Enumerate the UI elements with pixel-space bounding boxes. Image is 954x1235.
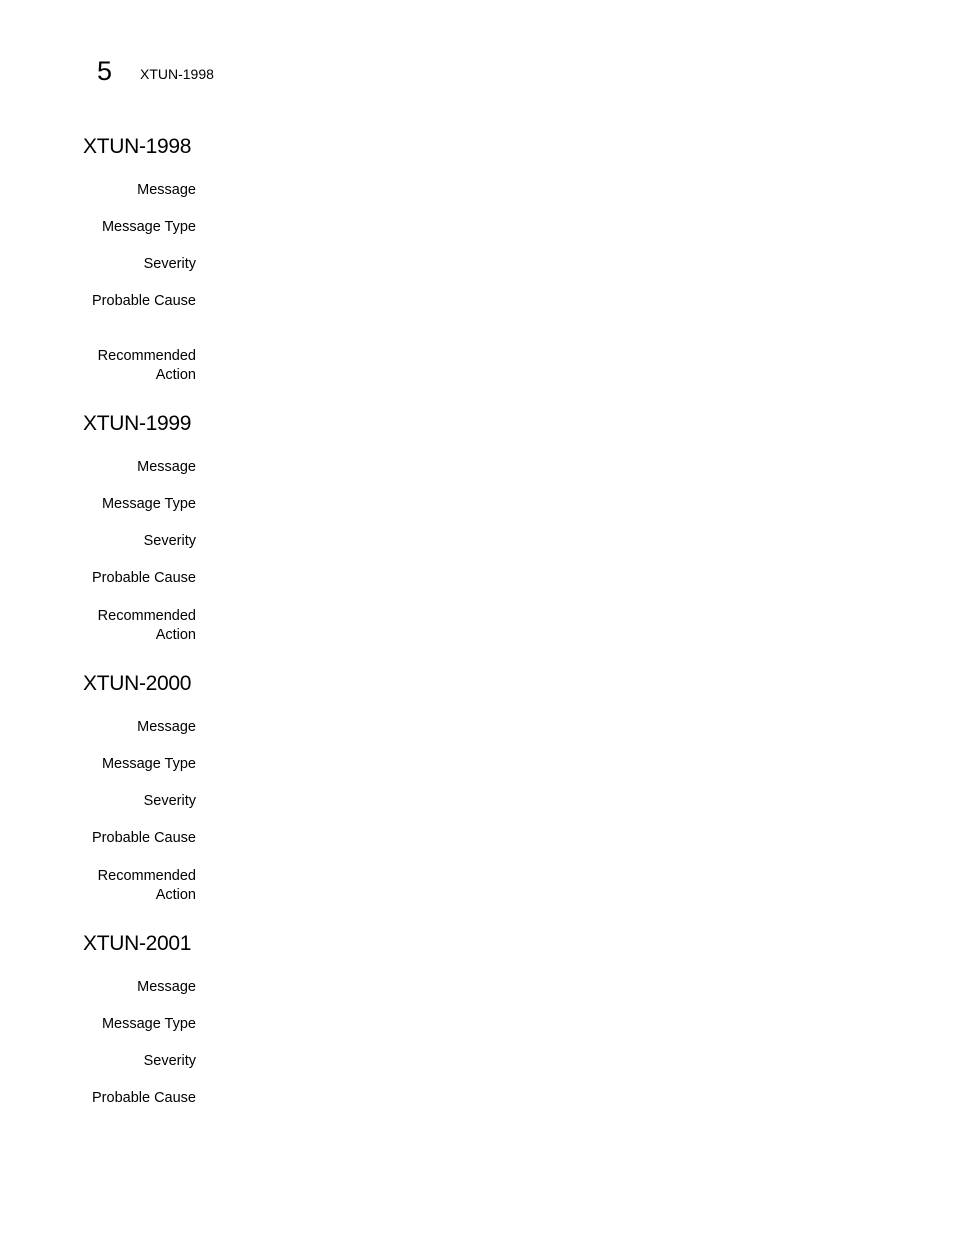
field-label-action: Action (155, 367, 196, 383)
field-label-probable-cause: Probable Cause (92, 1090, 196, 1106)
field-label-recommended: Recommended (97, 868, 196, 884)
field-label-severity: Severity (143, 256, 196, 272)
entry-title: XTUN-2000 (83, 672, 192, 695)
field-label-message-type: Message Type (101, 1016, 196, 1032)
field-label-action: Action (155, 627, 196, 643)
field-label-message: Message (137, 459, 196, 475)
field-label-message: Message (137, 979, 196, 995)
entry-title: XTUN-2001 (83, 932, 192, 955)
field-label-message: Message (137, 719, 196, 735)
field-label-recommended: Recommended (97, 608, 196, 624)
field-label-probable-cause: Probable Cause (92, 570, 196, 586)
chapter-number: 5 (97, 56, 113, 86)
field-label-message-type: Message Type (101, 219, 196, 235)
field-label-probable-cause: Probable Cause (92, 830, 196, 846)
entry-title: XTUN-1998 (83, 135, 192, 158)
entry-title: XTUN-1999 (83, 412, 192, 435)
field-label-severity: Severity (143, 793, 196, 809)
field-label-action: Action (155, 887, 196, 903)
field-label-recommended: Recommended (97, 348, 196, 364)
running-header-title: XTUN-1998 (140, 66, 214, 82)
field-label-probable-cause: Probable Cause (92, 293, 196, 309)
field-label-severity: Severity (143, 1053, 196, 1069)
field-label-message-type: Message Type (101, 496, 196, 512)
field-label-severity: Severity (143, 533, 196, 549)
field-label-message-type: Message Type (101, 756, 196, 772)
field-label-message: Message (137, 182, 196, 198)
